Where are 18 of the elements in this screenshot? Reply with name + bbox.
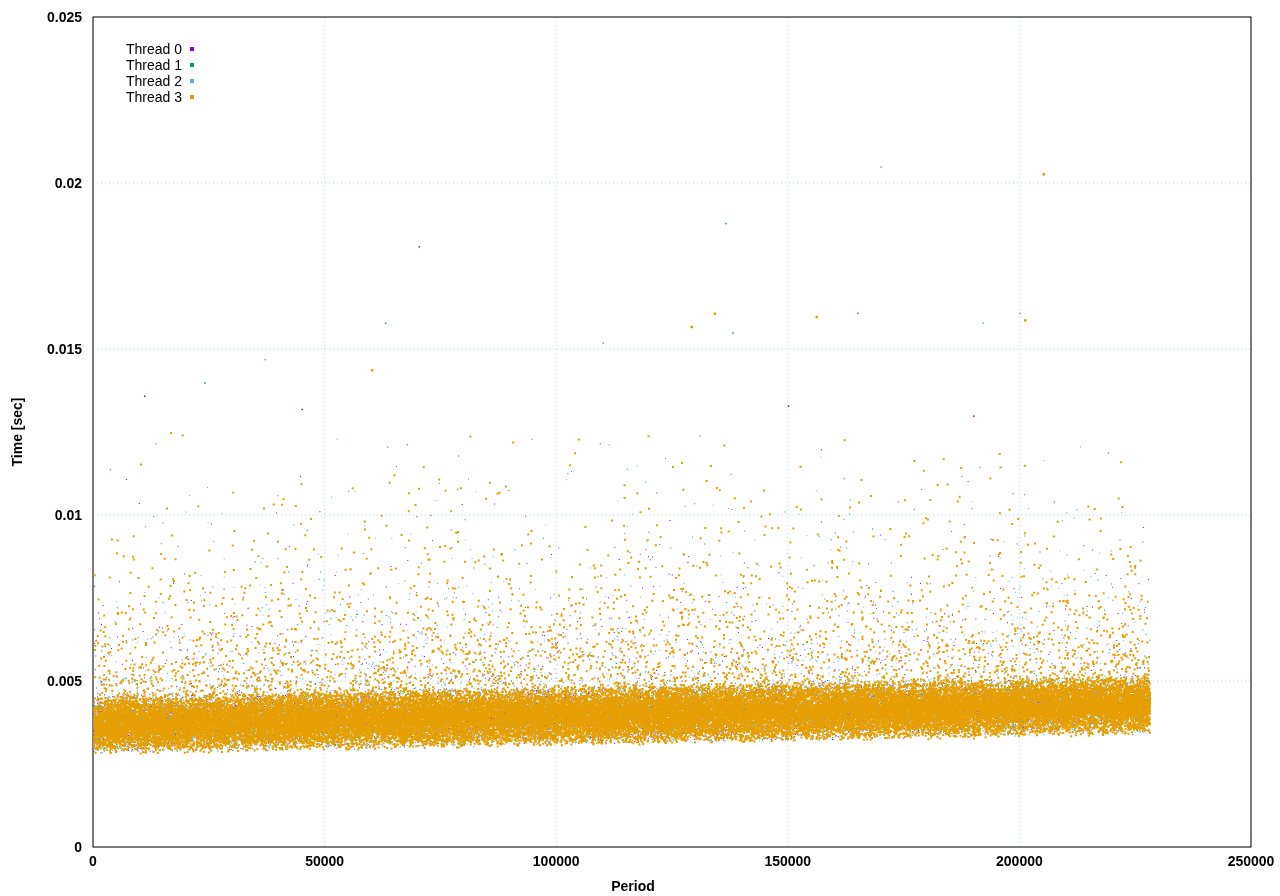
x-tick-label: 0 bbox=[89, 853, 97, 869]
x-tick-label: 100000 bbox=[532, 853, 580, 869]
x-tick-label: 250000 bbox=[1227, 853, 1275, 869]
legend-label: Thread 3 bbox=[126, 89, 183, 105]
x-tick-label: 200000 bbox=[996, 853, 1043, 869]
x-axis-title: Period bbox=[611, 878, 655, 894]
y-tick-label: 0.005 bbox=[46, 673, 82, 689]
y-tick-label: 0.025 bbox=[46, 9, 82, 25]
y-tick-label: 0.015 bbox=[46, 341, 82, 357]
x-tick-label: 150000 bbox=[764, 853, 812, 869]
y-axis-title: Time [sec] bbox=[9, 397, 25, 467]
y-tick-label: 0 bbox=[74, 839, 82, 855]
x-tick-label: 50000 bbox=[305, 853, 345, 869]
legend-label: Thread 0 bbox=[126, 41, 183, 57]
legend-label: Thread 2 bbox=[126, 73, 183, 89]
legend-label: Thread 1 bbox=[126, 57, 183, 73]
y-tick-label: 0.01 bbox=[54, 507, 82, 523]
y-tick-label: 0.02 bbox=[54, 175, 82, 191]
